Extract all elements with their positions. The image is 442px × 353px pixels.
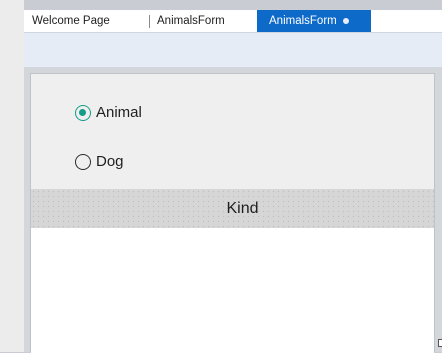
resize-handle-icon[interactable] <box>438 339 442 347</box>
form-surface: Animal Dog Kind <box>30 73 435 353</box>
unsaved-dot-icon[interactable] <box>343 18 349 24</box>
document-tab-strip: Welcome Page AnimalsForm AnimalsForm <box>24 10 442 33</box>
designer-toolbar <box>24 33 442 67</box>
radio-animal-label: Animal <box>96 104 142 121</box>
tab-label: AnimalsForm <box>157 15 225 27</box>
radio-dog-label: Dog <box>96 153 124 170</box>
tab-label: Welcome Page <box>32 15 110 27</box>
empty-panel <box>31 228 434 353</box>
kind-label: Kind <box>226 199 259 217</box>
tab-label: AnimalsForm <box>269 15 337 27</box>
radio-unchecked-icon <box>75 153 91 170</box>
radio-animal[interactable]: Animal <box>75 104 142 121</box>
radio-checked-icon <box>75 104 91 121</box>
radio-dog[interactable]: Dog <box>75 153 124 170</box>
tab-animalsform[interactable]: AnimalsForm <box>149 10 259 32</box>
kind-label-control[interactable]: Kind <box>31 189 434 228</box>
left-panel-strip <box>0 0 24 352</box>
tab-animalsform-active[interactable]: AnimalsForm <box>257 10 371 32</box>
tab-welcome-page[interactable]: Welcome Page <box>32 10 142 32</box>
